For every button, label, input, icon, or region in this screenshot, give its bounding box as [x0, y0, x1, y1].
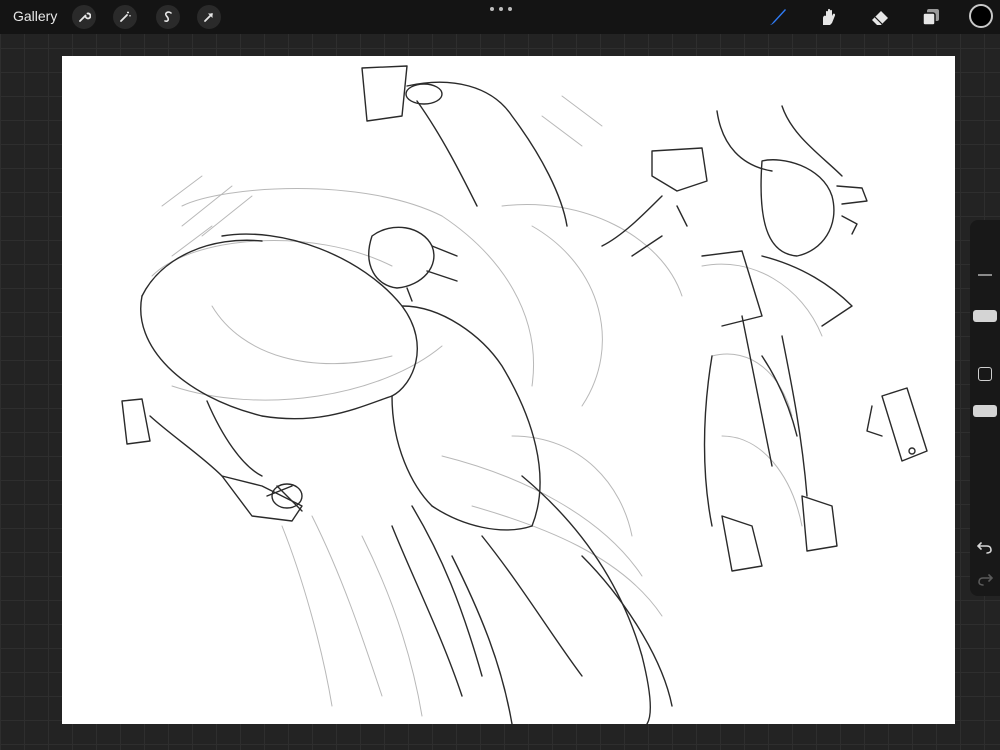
brush-icon [770, 9, 786, 25]
drawing-canvas[interactable] [62, 56, 955, 725]
dot-icon [490, 7, 494, 11]
transform-button[interactable] [197, 5, 221, 29]
redo-icon [978, 574, 994, 586]
arrow-cursor-icon [204, 13, 213, 22]
selection-button[interactable] [156, 5, 180, 29]
brush-sidebar [970, 220, 1000, 596]
actions-button[interactable] [72, 5, 96, 29]
brush-size-thumb[interactable] [973, 310, 997, 322]
dot-icon [499, 7, 503, 11]
color-swatch-button[interactable] [969, 4, 993, 28]
opacity-slider[interactable] [973, 405, 997, 417]
magic-wand-icon [120, 11, 131, 22]
layers-icon [922, 9, 939, 26]
selection-s-icon [164, 11, 172, 22]
sketch-artwork [121, 65, 928, 725]
eraser-icon [872, 11, 888, 25]
adjustments-button[interactable] [113, 5, 137, 29]
smudge-finger-icon [823, 8, 836, 25]
gallery-button[interactable]: Gallery [13, 8, 57, 24]
brush-button[interactable] [765, 4, 791, 30]
redo-button[interactable] [977, 572, 994, 591]
modify-button[interactable] [978, 367, 992, 381]
smudge-button[interactable] [816, 4, 842, 30]
top-toolbar: Gallery [0, 0, 1000, 34]
layers-button[interactable] [918, 4, 944, 30]
dot-icon [508, 7, 512, 11]
undo-icon [976, 542, 992, 554]
undo-button[interactable] [976, 540, 993, 559]
more-options-handle[interactable] [490, 2, 512, 16]
wrench-icon [79, 12, 91, 22]
eraser-button[interactable] [867, 4, 893, 30]
brush-size-slider[interactable] [978, 274, 992, 276]
